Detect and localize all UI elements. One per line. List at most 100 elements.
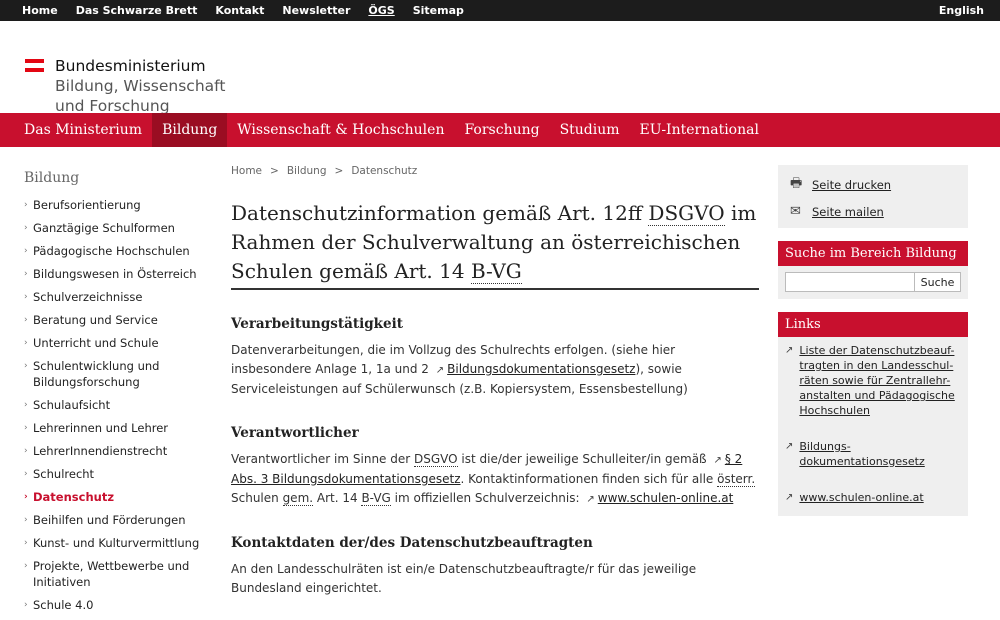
sidebar-item-label: Schulaufsicht — [33, 398, 111, 412]
abbr-bvg: B-VG — [361, 491, 391, 506]
sidebar-item[interactable]: › LehrerInnendienstrecht — [24, 443, 209, 459]
search-heading: Suche im Bereich Bildung — [778, 241, 968, 266]
sidebar-item[interactable]: › Unterricht und Schule — [24, 335, 209, 351]
print-label: Seite drucken — [812, 178, 892, 192]
chevron-right-icon: › — [24, 538, 28, 548]
top-link-newsletter[interactable]: Newsletter — [282, 4, 350, 17]
links-box: Links ↗ Liste der Datenschutzbeauf-tragt… — [778, 312, 968, 516]
title-abbr-dsgvo: DSGVO — [648, 201, 725, 226]
sidebar-item[interactable]: › Pädagogische Hochschulen — [24, 243, 209, 259]
sidebar-item[interactable]: › Schulentwicklung und Bildungsforschung — [24, 358, 209, 390]
top-link-home[interactable]: Home — [22, 4, 58, 17]
mail-page-button[interactable]: ✉ Seite mailen — [790, 204, 956, 219]
chevron-right-icon: › — [24, 469, 28, 479]
sidebar-item[interactable]: › Lehrerinnen und Lehrer — [24, 420, 209, 436]
breadcrumb-separator: > — [270, 165, 279, 177]
sidebar-item-label: Beratung und Service — [33, 313, 158, 327]
sidebar-item-label: LehrerInnendienstrecht — [33, 444, 168, 458]
link-label: Bildungs-dokumentationsgesetz — [799, 440, 925, 468]
breadcrumb-bildung[interactable]: Bildung — [287, 165, 327, 177]
title-abbr-bvg: B-VG — [470, 259, 522, 284]
links-body: ↗ Liste der Datenschutzbeauf-tragten in … — [778, 337, 968, 516]
print-page-button[interactable]: 🖶 Seite drucken — [790, 174, 956, 196]
sidebar-item[interactable]: › Projekte, Wettbewerbe und Initiativen — [24, 558, 209, 590]
sidebar-item[interactable]: › Schule 4.0 — [24, 597, 209, 613]
austrian-flag-icon — [25, 59, 44, 72]
sidebar-list: › Berufsorientierung › Ganztägige Schulfor… — [24, 197, 209, 613]
envelope-icon: ✉ — [790, 204, 801, 219]
chevron-right-icon: › — [24, 561, 28, 571]
external-link-icon: ↗ — [713, 455, 722, 466]
link-label: www.schulen-online.at — [799, 491, 924, 504]
top-link-oegs[interactable]: ÖGS — [368, 4, 394, 17]
nav-das-ministerium[interactable]: Das Ministerium — [14, 113, 152, 147]
nav-wissenschaft-hochschulen[interactable]: Wissenschaft & Hochschulen — [227, 113, 454, 147]
nav-studium[interactable]: Studium — [550, 113, 630, 147]
top-link-sitemap[interactable]: Sitemap — [413, 4, 464, 17]
sidebar-item[interactable]: › Schulrecht — [24, 466, 209, 482]
link-label: Liste der Datenschutzbeauf-tragten in de… — [799, 344, 955, 417]
sidebar-item-label: Datenschutz — [33, 490, 115, 504]
search-input[interactable] — [785, 272, 915, 292]
main-navigation: Das Ministerium Bildung Wissenschaft & H… — [0, 113, 1000, 147]
link-schulen-online[interactable]: www.schulen-online.at — [598, 491, 734, 505]
sidebar-item-active[interactable]: › Datenschutz — [24, 489, 209, 505]
mail-label: Seite mailen — [812, 204, 884, 219]
top-link-schwarzes-brett[interactable]: Das Schwarze Brett — [76, 4, 198, 17]
sidebar-item[interactable]: › Kunst- und Kulturvermittlung — [24, 535, 209, 551]
sidebar-item-label: Schule 4.0 — [33, 598, 94, 612]
sidebar-item[interactable]: › Bildungswesen in Österreich — [24, 266, 209, 282]
section-verarbeitungstaetigkeit: Verarbeitungstätigkeit Datenverarbeitung… — [231, 316, 759, 399]
right-column: 🖶 Seite drucken ✉ Seite mailen Suche im … — [778, 165, 968, 516]
abbr-gem: gem. — [282, 491, 314, 506]
link-item[interactable]: ↗ www.schulen-online.at — [785, 490, 961, 505]
language-switch-english[interactable]: English — [939, 4, 984, 17]
external-link-icon: ↗ — [586, 494, 595, 505]
abbr-oesterr: österr. — [717, 472, 756, 487]
section-text: Verantwortlicher im Sinne der DSGVO ist … — [231, 450, 759, 509]
sidebar-item[interactable]: › Berufsorientierung — [24, 197, 209, 213]
ministry-logo[interactable]: Bundesministerium Bildung, Wissenschaft … — [55, 56, 225, 116]
chevron-right-icon: › — [24, 400, 28, 410]
sidebar-item[interactable]: › Beihilfen und Förderungen — [24, 512, 209, 528]
link-bildungsdokumentationsgesetz[interactable]: Bildungsdokumentationsgesetz — [447, 362, 635, 376]
chevron-right-icon: › — [24, 246, 28, 256]
sidebar-item-label: Pädagogische Hochschulen — [33, 244, 190, 258]
chevron-right-icon: › — [24, 223, 28, 233]
sidebar-item-label: Schulrecht — [33, 467, 95, 481]
external-link-icon: ↗ — [785, 441, 794, 452]
top-links: Home Das Schwarze Brett Kontakt Newslett… — [22, 4, 482, 17]
sidebar-item[interactable]: › Schulaufsicht — [24, 397, 209, 413]
search-button[interactable]: Suche — [915, 272, 961, 292]
sidebar-item[interactable]: › Ganztägige Schulformen — [24, 220, 209, 236]
nav-eu-international[interactable]: EU-International — [630, 113, 769, 147]
nav-forschung[interactable]: Forschung — [454, 113, 549, 147]
nav-bildung[interactable]: Bildung — [152, 113, 228, 147]
sidebar-heading: Bildung — [24, 170, 80, 186]
breadcrumb-home[interactable]: Home — [231, 165, 262, 177]
section-heading: Verarbeitungstätigkeit — [231, 316, 403, 332]
chevron-right-icon: › — [24, 515, 28, 525]
link-item[interactable]: ↗ Bildungs-dokumentationsgesetz — [785, 439, 961, 469]
search-row: Suche — [785, 272, 961, 292]
section-verantwortlicher: Verantwortlicher Verantwortlicher im Sin… — [231, 425, 759, 509]
sidebar-item-label: Lehrerinnen und Lehrer — [33, 421, 169, 435]
sidebar-item[interactable]: › Beratung und Service — [24, 312, 209, 328]
chevron-right-icon: › — [24, 600, 28, 610]
sidebar: Bildung › Berufsorientierung › Ganztägige … — [24, 170, 209, 620]
top-bar: Home Das Schwarze Brett Kontakt Newslett… — [0, 0, 1000, 21]
section-heading: Verantwortlicher — [231, 425, 359, 441]
section-text: An den Landesschulräten ist ein/e Datens… — [231, 562, 697, 595]
sidebar-item-label: Schulverzeichnisse — [33, 290, 143, 304]
top-link-kontakt[interactable]: Kontakt — [215, 4, 264, 17]
sidebar-item-label: Berufsorientierung — [33, 198, 141, 212]
chevron-right-icon: › — [24, 446, 28, 456]
chevron-right-icon: › — [24, 292, 28, 302]
search-body: Suche — [778, 266, 968, 299]
link-item[interactable]: ↗ Liste der Datenschutzbeauf-tragten in … — [785, 343, 961, 418]
chevron-right-icon: › — [24, 200, 28, 210]
sidebar-item-label: Bildungswesen in Österreich — [33, 267, 197, 281]
sidebar-item[interactable]: › Schulverzeichnisse — [24, 289, 209, 305]
breadcrumb-separator: > — [334, 165, 344, 177]
breadcrumb: Home > Bildung > Datenschutz — [231, 165, 759, 177]
